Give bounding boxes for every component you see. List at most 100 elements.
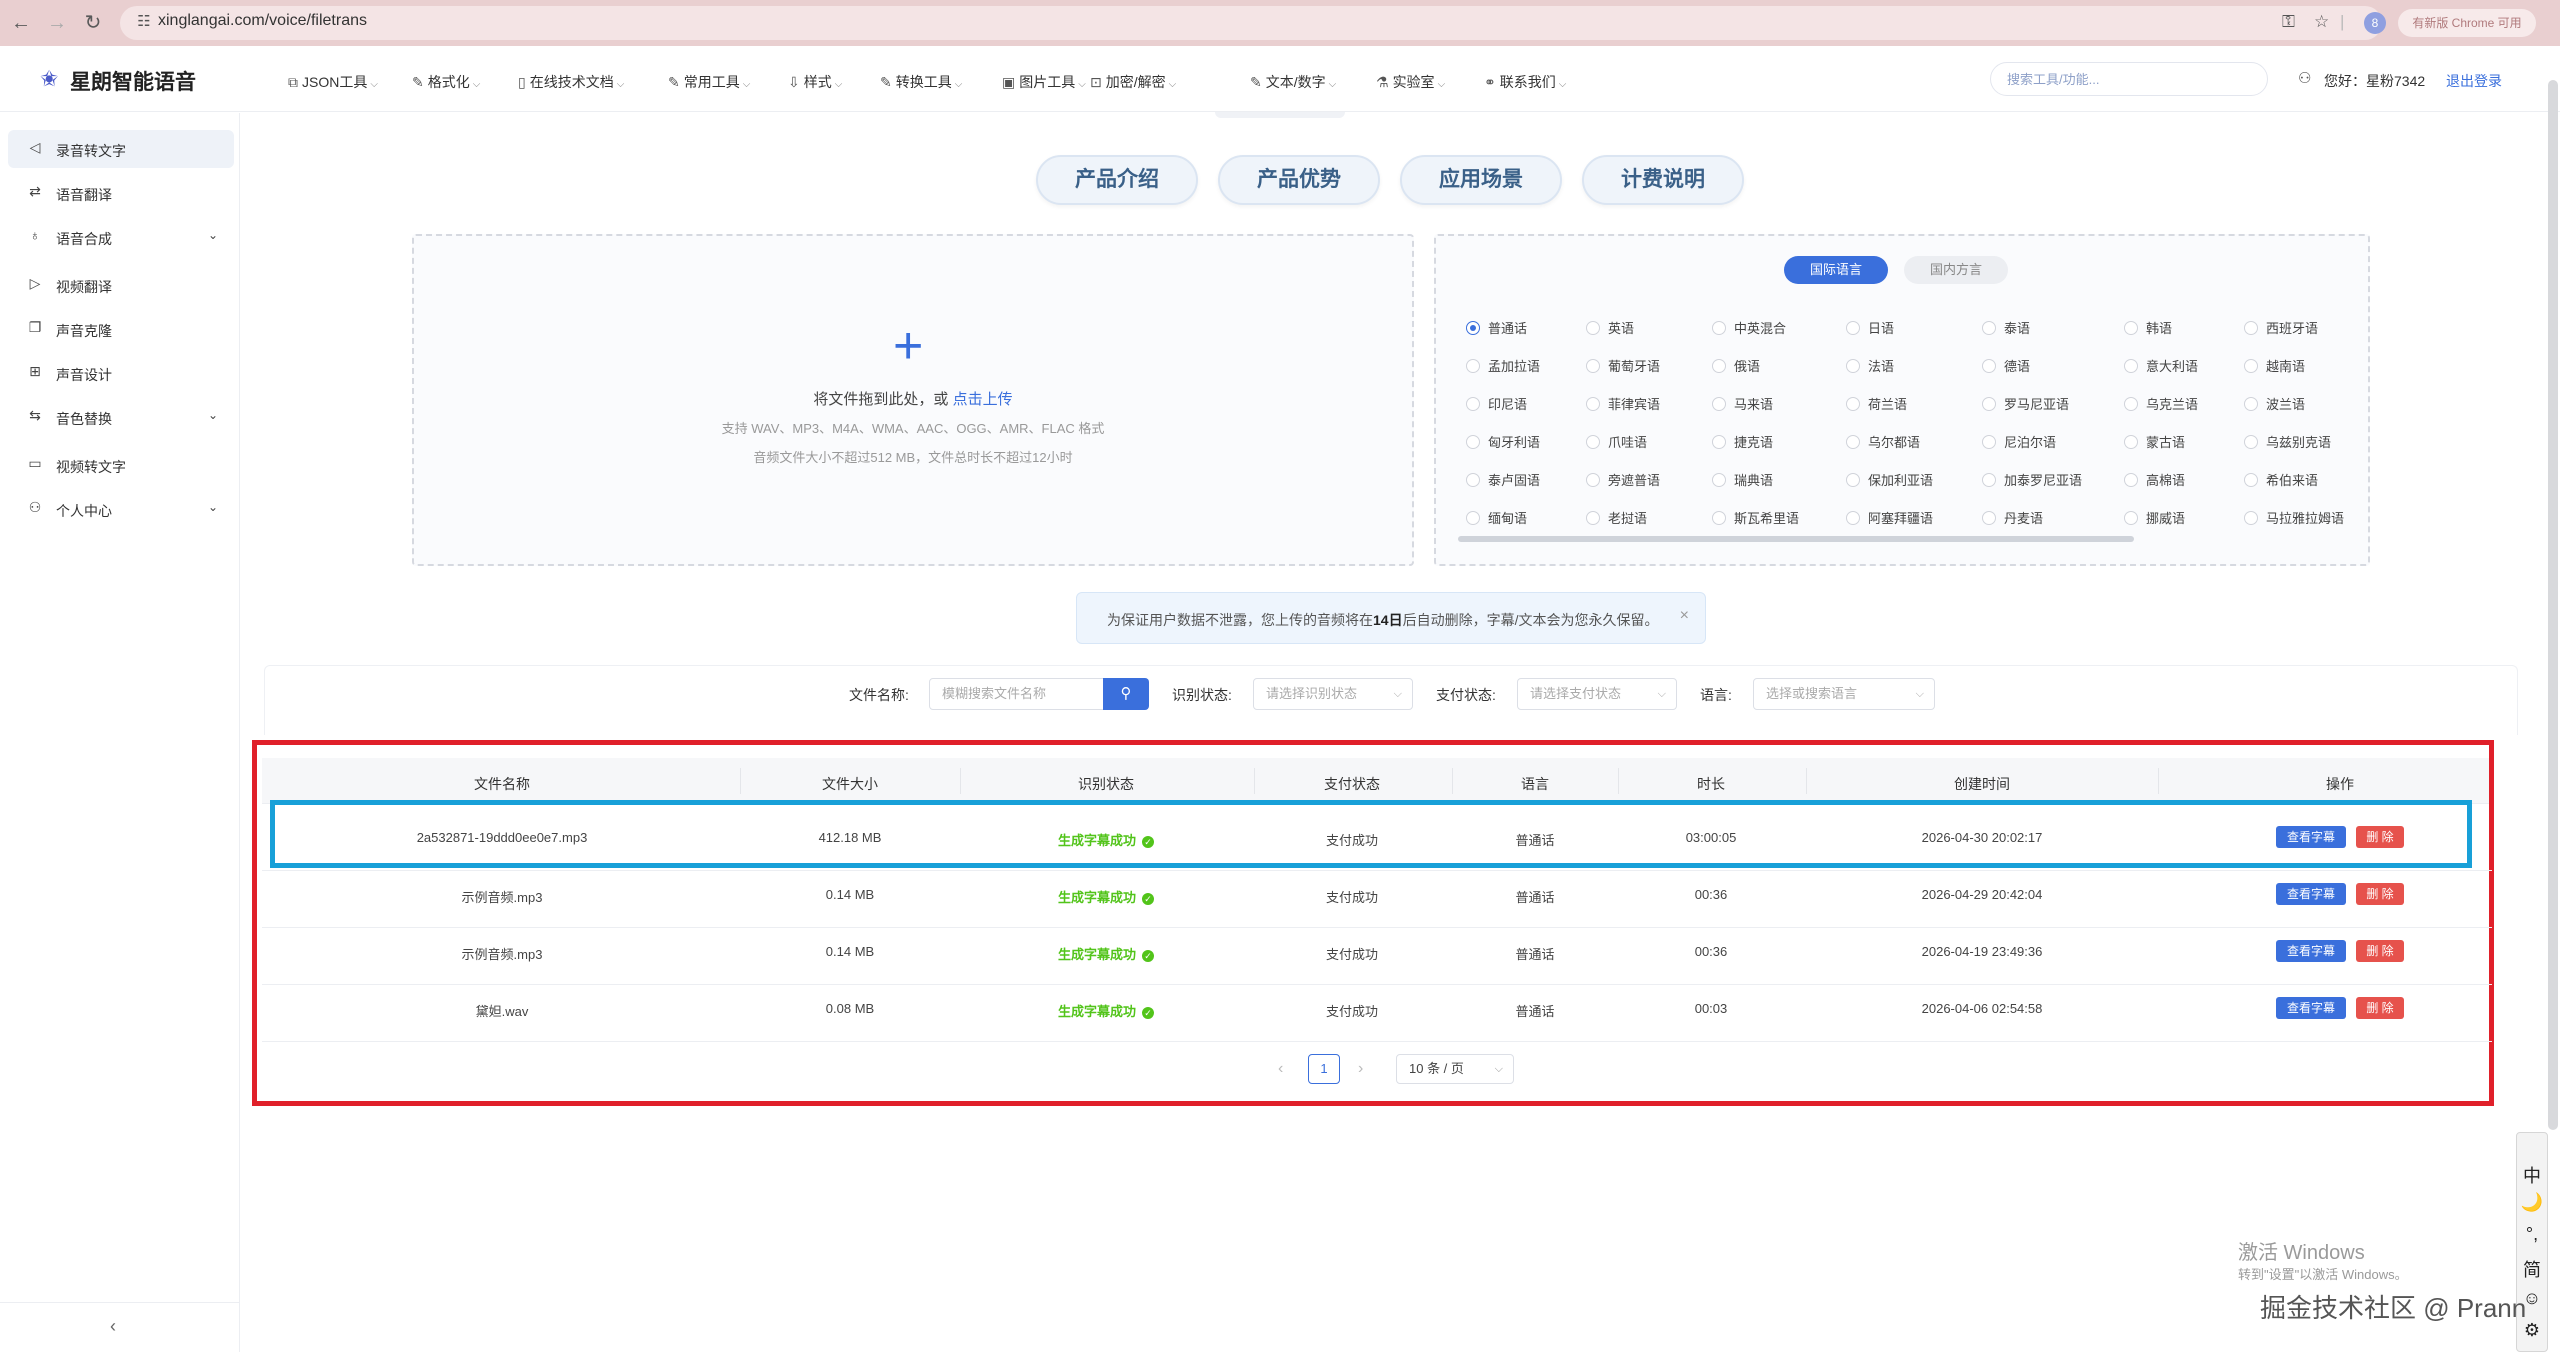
menu-1[interactable]: ⧉ JSON工具 ⌵: [288, 72, 378, 92]
radio-icon[interactable]: [2244, 321, 2258, 335]
language-option[interactable]: 德语: [1982, 356, 2030, 375]
chevron-down-icon[interactable]: ⌄: [208, 228, 218, 242]
language-option[interactable]: 泰卢固语: [1466, 470, 1540, 489]
language-option[interactable]: 保加利亚语: [1846, 470, 1933, 489]
product-tab-4[interactable]: 计费说明: [1582, 155, 1744, 205]
language-option[interactable]: 越南语: [2244, 356, 2305, 375]
click-upload-link[interactable]: 点击上传: [953, 391, 1013, 408]
language-option[interactable]: 尼泊尔语: [1982, 432, 2056, 451]
language-option[interactable]: 西班牙语: [2244, 318, 2318, 337]
language-option[interactable]: 乌尔都语: [1846, 432, 1920, 451]
language-option[interactable]: 普通话: [1466, 318, 1527, 337]
radio-icon[interactable]: [1846, 397, 1860, 411]
address-bar[interactable]: [120, 6, 2382, 40]
tool-search-input[interactable]: [1990, 62, 2268, 96]
url-text[interactable]: xinglangai.com/voice/filetrans: [158, 12, 367, 30]
next-page-icon[interactable]: ›: [1358, 1060, 1363, 1078]
delete-button[interactable]: 删 除: [2356, 940, 2404, 962]
bookmark-star-icon[interactable]: ☆: [2314, 12, 2329, 32]
menu-8[interactable]: ⊡ 加密/解密 ⌵: [1090, 72, 1176, 92]
ime-button[interactable]: °,: [2520, 1224, 2544, 1245]
view-subtitle-button[interactable]: 查看字幕: [2276, 826, 2346, 848]
radio-icon[interactable]: [1586, 473, 1600, 487]
radio-icon[interactable]: [2124, 511, 2138, 525]
ime-button[interactable]: ⚙: [2520, 1320, 2544, 1341]
sidebar-item-3[interactable]: ♁ 语音合成 ⌄: [8, 218, 234, 256]
language-option[interactable]: 高棉语: [2124, 470, 2185, 489]
close-icon[interactable]: ×: [1680, 607, 1689, 625]
radio-icon[interactable]: [2124, 397, 2138, 411]
radio-icon[interactable]: [1982, 397, 1996, 411]
menu-3[interactable]: ▯ 在线技术文档 ⌵: [518, 72, 624, 92]
radio-icon[interactable]: [2244, 359, 2258, 373]
language-option[interactable]: 葡萄牙语: [1586, 356, 1660, 375]
language-option[interactable]: 斯瓦希里语: [1712, 508, 1799, 527]
language-option[interactable]: 乌克兰语: [2124, 394, 2198, 413]
language-option[interactable]: 希伯来语: [2244, 470, 2318, 489]
prev-page-icon[interactable]: ‹: [1278, 1060, 1283, 1078]
radio-icon[interactable]: [1712, 435, 1726, 449]
chevron-down-icon[interactable]: ⌄: [208, 408, 218, 422]
radio-icon[interactable]: [1586, 321, 1600, 335]
menu-7[interactable]: ▣ 图片工具 ⌵: [1002, 72, 1086, 92]
product-tab-2[interactable]: 产品优势: [1218, 155, 1380, 205]
language-option[interactable]: 乌兹别克语: [2244, 432, 2331, 451]
radio-icon[interactable]: [1846, 321, 1860, 335]
sidebar-item-9[interactable]: ⚇ 个人中心 ⌄: [8, 490, 234, 528]
radio-icon[interactable]: [2124, 473, 2138, 487]
forward-icon[interactable]: →: [44, 10, 70, 36]
pay-status-select[interactable]: 请选择支付状态 ⌵: [1517, 678, 1677, 710]
language-option[interactable]: 捷克语: [1712, 432, 1773, 451]
language-option[interactable]: 丹麦语: [1982, 508, 2043, 527]
language-option[interactable]: 波兰语: [2244, 394, 2305, 413]
recog-status-select[interactable]: 请选择识别状态 ⌵: [1253, 678, 1413, 710]
language-option[interactable]: 中英混合: [1712, 318, 1786, 337]
menu-2[interactable]: ✎ 格式化 ⌵: [412, 72, 480, 92]
radio-icon[interactable]: [1846, 359, 1860, 373]
file-name-input[interactable]: 模糊搜索文件名称: [929, 678, 1105, 710]
language-option[interactable]: 意大利语: [2124, 356, 2198, 375]
language-option[interactable]: 泰语: [1982, 318, 2030, 337]
radio-icon[interactable]: [1466, 359, 1480, 373]
language-option[interactable]: 韩语: [2124, 318, 2172, 337]
radio-icon[interactable]: [1846, 511, 1860, 525]
page-size-select[interactable]: 10 条 / 页 ⌵: [1396, 1054, 1514, 1084]
language-option[interactable]: 阿塞拜疆语: [1846, 508, 1933, 527]
delete-button[interactable]: 删 除: [2356, 883, 2404, 905]
radio-icon[interactable]: [1586, 359, 1600, 373]
delete-button[interactable]: 删 除: [2356, 997, 2404, 1019]
page-number[interactable]: 1: [1308, 1054, 1340, 1084]
language-option[interactable]: 蒙古语: [2124, 432, 2185, 451]
radio-icon[interactable]: [1712, 397, 1726, 411]
radio-icon[interactable]: [1712, 473, 1726, 487]
language-scrollbar[interactable]: [1458, 536, 2134, 542]
radio-icon[interactable]: [2244, 435, 2258, 449]
radio-icon[interactable]: [1586, 511, 1600, 525]
language-option[interactable]: 孟加拉语: [1466, 356, 1540, 375]
language-option[interactable]: 瑞典语: [1712, 470, 1773, 489]
profile-avatar[interactable]: 8: [2364, 12, 2386, 34]
site-info-icon[interactable]: ☷: [134, 12, 154, 32]
radio-icon[interactable]: [1466, 511, 1480, 525]
radio-icon[interactable]: [1712, 511, 1726, 525]
language-option[interactable]: 印尼语: [1466, 394, 1527, 413]
sidebar-item-7[interactable]: ⇆ 音色替换 ⌄: [8, 398, 234, 436]
language-option[interactable]: 荷兰语: [1846, 394, 1907, 413]
language-option[interactable]: 马来语: [1712, 394, 1773, 413]
language-select[interactable]: 选择或搜索语言 ⌵: [1753, 678, 1935, 710]
radio-icon[interactable]: [1982, 359, 1996, 373]
radio-icon[interactable]: [1586, 397, 1600, 411]
radio-icon[interactable]: [1982, 511, 1996, 525]
sidebar-item-8[interactable]: ▭ 视频转文字: [8, 446, 234, 484]
radio-icon[interactable]: [1466, 397, 1480, 411]
menu-5[interactable]: ⇩ 样式 ⌵: [788, 72, 842, 92]
menu-10[interactable]: ⚗ 实验室 ⌵: [1376, 72, 1445, 92]
radio-icon[interactable]: [1982, 435, 1996, 449]
sidebar-item-2[interactable]: ⇄ 语音翻译: [8, 174, 234, 212]
radio-icon[interactable]: [1712, 321, 1726, 335]
radio-icon[interactable]: [1466, 435, 1480, 449]
ime-button[interactable]: 简: [2520, 1256, 2544, 1282]
language-option[interactable]: 马拉雅拉姆语: [2244, 508, 2344, 527]
tab-domestic-dialect[interactable]: 国内方言: [1904, 256, 2008, 284]
sidebar-item-4[interactable]: ▷ 视频翻译: [8, 266, 234, 304]
